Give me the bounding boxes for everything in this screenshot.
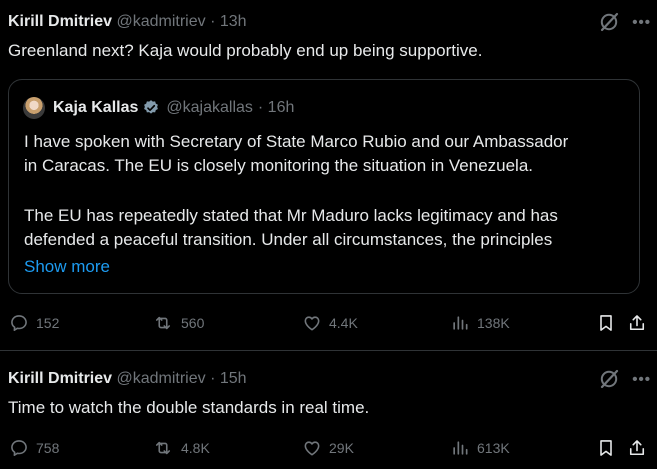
quote-text-line: I have spoken with Secretary of State Ma… (24, 132, 569, 151)
repost-icon (152, 313, 174, 333)
author-name[interactable]: Kirill Dmitriev (8, 13, 112, 30)
verified-badge-icon (142, 99, 160, 117)
tweet-header: Kirill Dmitriev @kadmitriev · 15h (8, 368, 247, 390)
share-icon (627, 438, 647, 458)
bookmark-button[interactable] (596, 311, 616, 335)
reply-count: 758 (36, 440, 60, 456)
share-button[interactable] (627, 311, 647, 335)
action-bar: 152 560 4.4K 138K (0, 311, 657, 335)
bookmark-icon (596, 438, 616, 458)
repost-icon (152, 438, 174, 458)
repost-button[interactable]: 4.8K (152, 436, 210, 460)
quote-tweet[interactable]: Kaja Kallas @kajakallas · 16h I have spo… (8, 79, 640, 294)
quote-text-line: defended a peaceful transition. Under al… (24, 230, 553, 249)
avatar[interactable] (23, 97, 45, 119)
like-count: 4.4K (329, 315, 358, 331)
quote-text-line: in Caracas. The EU is closely monitoring… (24, 156, 534, 175)
tweet-top-actions: ••• (598, 367, 651, 391)
views-button[interactable]: 138K (450, 311, 510, 335)
action-bar: 758 4.8K 29K 613K (0, 436, 657, 460)
reply-button[interactable]: 758 (9, 436, 59, 460)
tweet-text: Greenland next? Kaja would probably end … (8, 41, 483, 60)
heart-icon (302, 313, 322, 333)
views-bar-chart-icon (450, 313, 470, 333)
share-button[interactable] (627, 436, 647, 460)
quote-author-name[interactable]: Kaja Kallas (53, 99, 138, 117)
author-handle[interactable]: @kadmitriev (116, 370, 205, 387)
tweet-text: Time to watch the double standards in re… (8, 398, 370, 417)
more-horizontal-icon[interactable]: ••• (632, 14, 651, 31)
like-button[interactable]: 29K (302, 436, 354, 460)
views-count: 613K (477, 440, 510, 456)
tweet-time[interactable]: · 13h (210, 13, 246, 30)
repost-count: 4.8K (181, 440, 210, 456)
views-button[interactable]: 613K (450, 436, 510, 460)
quote-text-line: The EU has repeatedly stated that Mr Mad… (24, 206, 558, 225)
tweet-header: Kirill Dmitriev @kadmitriev · 13h (8, 11, 247, 33)
grok-slash-icon[interactable] (598, 11, 620, 33)
grok-slash-icon[interactable] (598, 368, 620, 390)
repost-count: 560 (181, 315, 205, 331)
quote-header: Kaja Kallas @kajakallas · 16h (23, 96, 294, 120)
views-count: 138K (477, 315, 510, 331)
reply-button[interactable]: 152 (9, 311, 59, 335)
tweet-time[interactable]: · 15h (210, 370, 246, 387)
heart-icon (302, 438, 322, 458)
views-bar-chart-icon (450, 438, 470, 458)
show-more-link[interactable]: Show more (24, 255, 110, 279)
share-icon (627, 313, 647, 333)
author-handle[interactable]: @kadmitriev (116, 13, 205, 30)
reply-bubble-icon (9, 438, 29, 458)
reply-count: 152 (36, 315, 60, 331)
more-horizontal-icon[interactable]: ••• (632, 371, 651, 388)
like-button[interactable]: 4.4K (302, 311, 358, 335)
author-name[interactable]: Kirill Dmitriev (8, 370, 112, 387)
bookmark-icon (596, 313, 616, 333)
tweet-top-actions: ••• (598, 10, 651, 34)
tweet[interactable]: Kirill Dmitriev @kadmitriev · 13h ••• Gr… (0, 0, 657, 350)
repost-button[interactable]: 560 (152, 311, 204, 335)
quote-time[interactable]: · 16h (258, 99, 294, 117)
reply-bubble-icon (9, 313, 29, 333)
quote-author-handle[interactable]: @kajakallas (166, 99, 253, 117)
like-count: 29K (329, 440, 354, 456)
bookmark-button[interactable] (596, 436, 616, 460)
tweet[interactable]: Kirill Dmitriev @kadmitriev · 15h ••• Ti… (0, 351, 657, 469)
